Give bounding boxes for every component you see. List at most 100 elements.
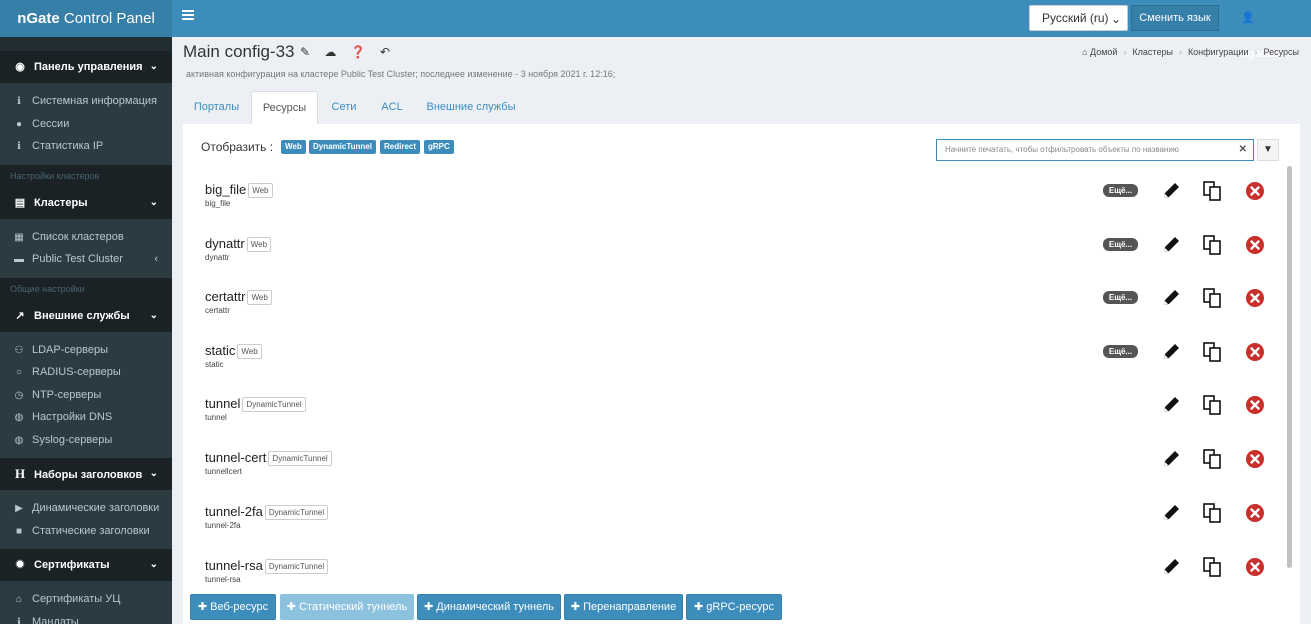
clear-icon[interactable]: ✕ [1239,140,1247,160]
user-menu[interactable]: 👤ngauditor [1241,0,1311,60]
delete-icon[interactable] [1244,448,1266,470]
app-logo[interactable]: nGate Control Panel [0,0,172,37]
edit-icon[interactable] [1160,341,1182,363]
sidebar-group-certificates[interactable]: ✹ Сертификаты ⌄ [0,549,172,581]
change-language-button[interactable]: Сменить язык [1131,5,1219,31]
play-icon: ▶ [15,503,23,514]
resource-name[interactable]: certattr Web [205,289,272,305]
list-icon: ▦ [14,231,24,243]
tab-portals[interactable]: Порталы [183,91,250,124]
search-input[interactable]: Начните печатать, чтобы отфильтровать об… [936,139,1254,161]
add-redirect-button[interactable]: ✚ Перенаправление [564,594,683,620]
breadcrumb-clusters[interactable]: Кластеры [1132,47,1173,57]
add-web-resource-button[interactable]: ✚ Веб-ресурс [190,594,276,620]
filter-chip-web[interactable]: Web [281,140,306,154]
sidebar-item-dns[interactable]: ◍ Настройки DNS [0,406,172,429]
delete-icon[interactable] [1244,394,1266,416]
tab-acl[interactable]: ACL [370,91,414,124]
sidebar-item-dynamic-headers[interactable]: ▶ Динамические заголовки [0,497,172,520]
resource-id: big_file [205,199,231,208]
delete-icon[interactable] [1244,556,1266,578]
sidebar-item-syslog[interactable]: ◍ Syslog-серверы [0,428,172,451]
copy-icon[interactable] [1201,341,1223,363]
edit-icon[interactable] [1160,180,1182,202]
filter-icon[interactable]: ▼ [1257,139,1279,161]
add-grpc-resource-button[interactable]: ✚ gRPC-ресурс [686,594,782,620]
delete-icon[interactable] [1244,287,1266,309]
sidebar-item-ldap[interactable]: ⚇ LDAP-серверы [0,338,172,361]
filter-chip-dynamictunnel[interactable]: DynamicTunnel [309,140,376,154]
resources-panel: Отобразить : Web DynamicTunnel Redirect … [183,124,1300,624]
edit-icon[interactable] [1160,502,1182,524]
language-select[interactable]: Русский (ru) ⌄ [1029,5,1128,31]
sidebar-item-cluster-list[interactable]: ▦ Список кластеров [0,225,172,248]
more-button[interactable]: Ещё... [1103,184,1138,197]
copy-icon[interactable] [1201,556,1223,578]
sidebar-group-external-services[interactable]: ↗ Внешние службы ⌄ [0,299,172,332]
resource-id: tunnel-2fa [205,521,241,530]
edit-icon[interactable] [1160,234,1182,256]
header-icon: H [14,466,26,481]
sidebar-item-ntp[interactable]: ◷ NTP-серверы [0,383,172,406]
resource-id: tunnellcert [205,467,242,476]
filter-chip-redirect[interactable]: Redirect [380,140,421,154]
sidebar-item-ip-stats[interactable]: ℹ Статистика IP [0,135,172,158]
undo-icon[interactable]: ↶ [380,45,390,59]
sidebar-item-sessions[interactable]: ● Сессии [0,112,172,135]
edit-icon[interactable] [1160,394,1182,416]
resource-type-badge: DynamicTunnel [268,451,332,466]
sidebar-item-mandates[interactable]: ℹ Мандаты [0,610,172,624]
sidebar-item-ca-certs[interactable]: ⌂ Сертификаты УЦ [0,588,172,611]
resource-name[interactable]: tunnel DynamicTunnel [205,396,306,412]
chevron-down-icon: ⌄ [149,559,158,570]
resource-type-badge: Web [248,183,273,198]
add-static-tunnel-button[interactable]: ✚ Статический туннель [280,594,414,620]
copy-icon[interactable] [1201,448,1223,470]
tab-resources[interactable]: Ресурсы [251,91,318,124]
resource-id: tunnel [205,413,227,422]
menu-toggle-icon[interactable] [182,10,194,24]
sidebar-item-radius[interactable]: ○ RADIUS-серверы [0,361,172,384]
resource-name[interactable]: tunnel-cert DynamicTunnel [205,450,332,466]
sidebar-group-dashboard[interactable]: ◉ Панель управления ⌄ [0,51,172,83]
sidebar-item-static-headers[interactable]: ■ Статические заголовки [0,519,172,542]
edit-icon[interactable] [1160,556,1182,578]
edit-icon[interactable] [1160,448,1182,470]
copy-icon[interactable] [1201,180,1223,202]
add-dynamic-tunnel-button[interactable]: ✚ Динамический туннель [417,594,561,620]
breadcrumb-configurations[interactable]: Конфигурации [1188,47,1249,57]
more-button[interactable]: Ещё... [1103,291,1138,304]
home-icon[interactable]: ⌂ [1082,47,1090,57]
edit-icon[interactable] [1160,287,1182,309]
page-title: Main config-33 [183,42,295,61]
sidebar-group-clusters[interactable]: ▤ Кластеры ⌄ [0,186,172,219]
resource-name[interactable]: tunnel-2fa DynamicTunnel [205,504,329,520]
filter-chip-grpc[interactable]: gRPC [424,140,454,154]
tab-networks[interactable]: Сети [319,91,369,124]
more-button[interactable]: Ещё... [1103,238,1138,251]
delete-icon[interactable] [1244,180,1266,202]
sidebar-item-system-info[interactable]: ℹ Системная информация [0,90,172,113]
copy-icon[interactable] [1201,234,1223,256]
sidebar-item-public-test-cluster[interactable]: ▬ Public Test Cluster ‹ [0,248,172,271]
pencil-icon[interactable]: ✎ [300,45,310,59]
sidebar-group-header-sets[interactable]: H Наборы заголовков ⌄ [0,458,172,490]
resource-name[interactable]: dynattr Web [205,236,272,252]
delete-icon[interactable] [1244,234,1266,256]
tab-external-services[interactable]: Внешние службы [416,91,526,124]
delete-icon[interactable] [1244,341,1266,363]
copy-icon[interactable] [1201,394,1223,416]
clock-icon: ◷ [14,389,24,401]
cloud-upload-icon[interactable]: ☁ [324,45,336,59]
breadcrumb-home[interactable]: Домой [1090,47,1117,57]
delete-icon[interactable] [1244,502,1266,524]
scrollbar[interactable] [1287,166,1292,568]
more-button[interactable]: Ещё... [1103,345,1138,358]
top-navbar: nGate Control Panel Русский (ru) ⌄ Сменит… [0,0,1311,60]
copy-icon[interactable] [1201,502,1223,524]
resource-name[interactable]: tunnel-rsa DynamicTunnel [205,558,329,574]
question-icon[interactable]: ❓ [351,45,366,59]
resource-name[interactable]: big_file Web [205,182,273,198]
copy-icon[interactable] [1201,287,1223,309]
resource-name[interactable]: static Web [205,343,262,359]
